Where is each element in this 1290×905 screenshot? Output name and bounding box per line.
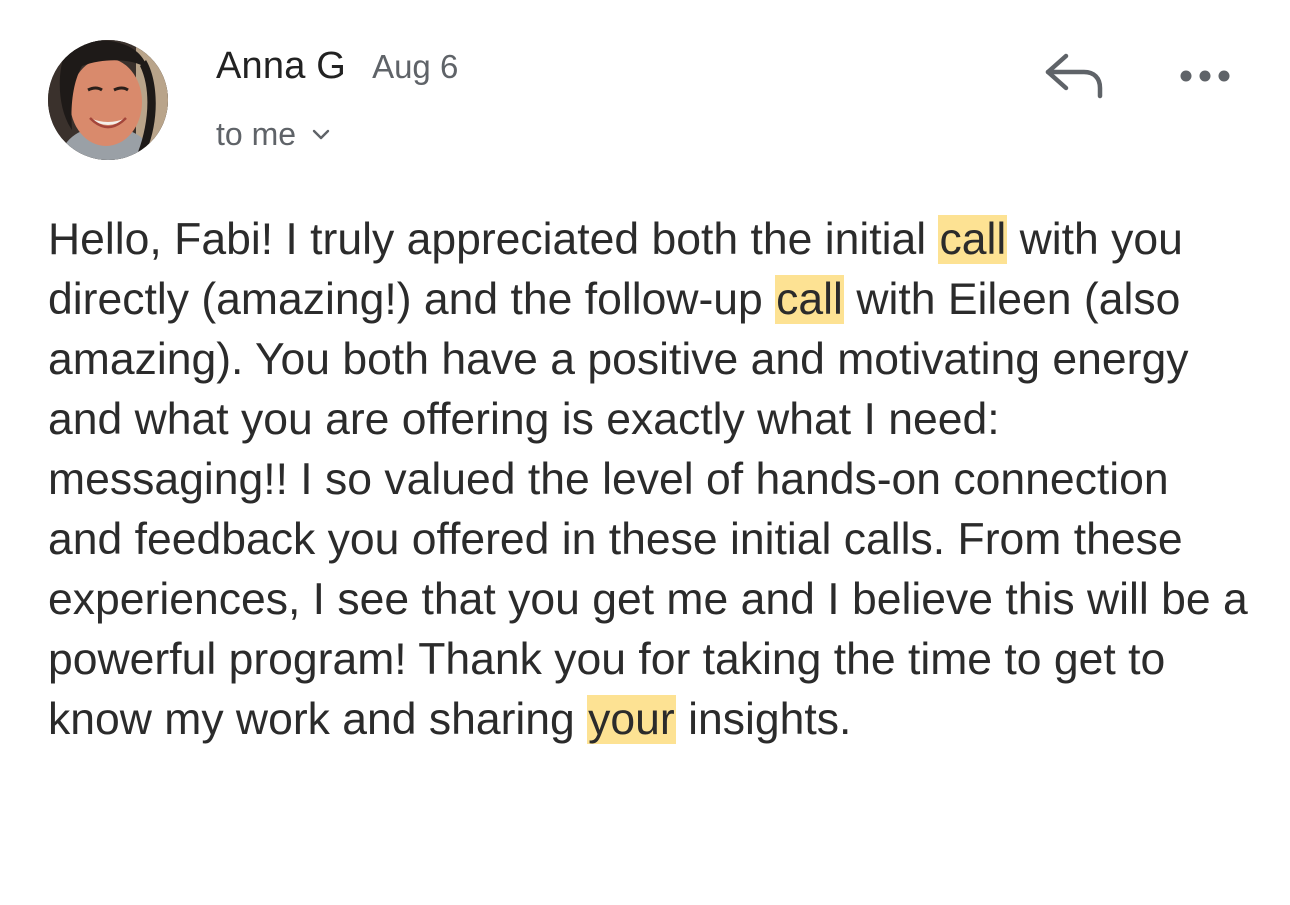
profile-photo-icon	[48, 40, 168, 160]
body-text-4: insights.	[675, 695, 852, 744]
search-highlight-your: your	[587, 695, 676, 744]
more-horizontal-icon	[1180, 70, 1230, 82]
reply-button[interactable]	[1040, 48, 1108, 104]
message-paragraph: Hello, Fabi! I truly appreciated both th…	[48, 210, 1248, 750]
recipient-details-toggle[interactable]: to me	[216, 116, 330, 153]
body-text-3: with Eileen (also amazing). You both hav…	[48, 275, 1248, 744]
message-header: Anna G Aug 6 to me	[0, 0, 1290, 190]
search-highlight-call-2: call	[775, 275, 844, 324]
chevron-down-icon[interactable]	[312, 129, 330, 141]
reply-arrow-icon	[1045, 53, 1103, 99]
sender-line: Anna G Aug 6	[216, 45, 458, 88]
search-highlight-call-1: call	[938, 215, 1008, 264]
body-text-1: Hello, Fabi! I truly appreciated both th…	[48, 215, 939, 264]
more-options-button[interactable]	[1174, 56, 1236, 96]
recipient-label: to me	[216, 116, 297, 152]
sender-avatar[interactable]	[48, 40, 168, 160]
sender-name[interactable]: Anna G	[216, 45, 346, 88]
message-date: Aug 6	[372, 48, 459, 85]
message-body: Hello, Fabi! I truly appreciated both th…	[48, 210, 1248, 750]
